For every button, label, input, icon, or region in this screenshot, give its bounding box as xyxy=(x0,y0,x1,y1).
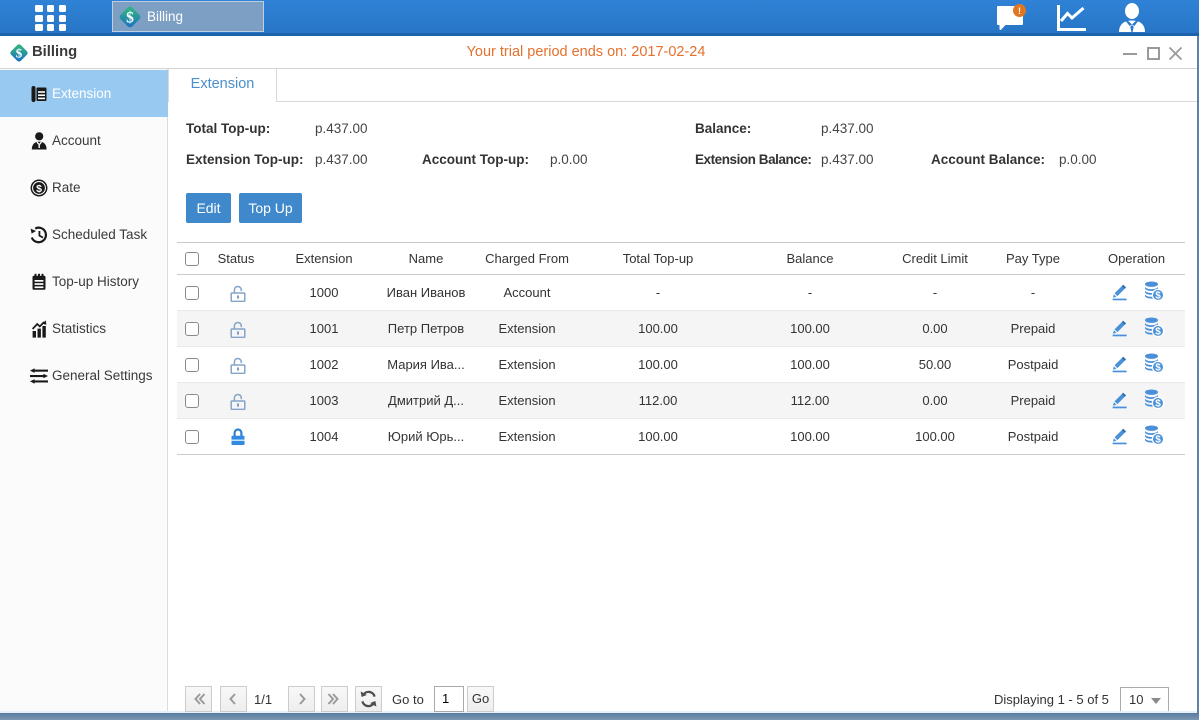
svg-text:$: $ xyxy=(1155,399,1161,409)
svg-text:$: $ xyxy=(1155,327,1161,337)
svg-text:$: $ xyxy=(1155,363,1161,373)
svg-text:$: $ xyxy=(1155,435,1161,445)
svg-text:$: $ xyxy=(36,183,42,195)
svg-text:$: $ xyxy=(1155,291,1161,301)
svg-text:!: ! xyxy=(1018,6,1021,16)
svg-text:$: $ xyxy=(126,9,134,26)
